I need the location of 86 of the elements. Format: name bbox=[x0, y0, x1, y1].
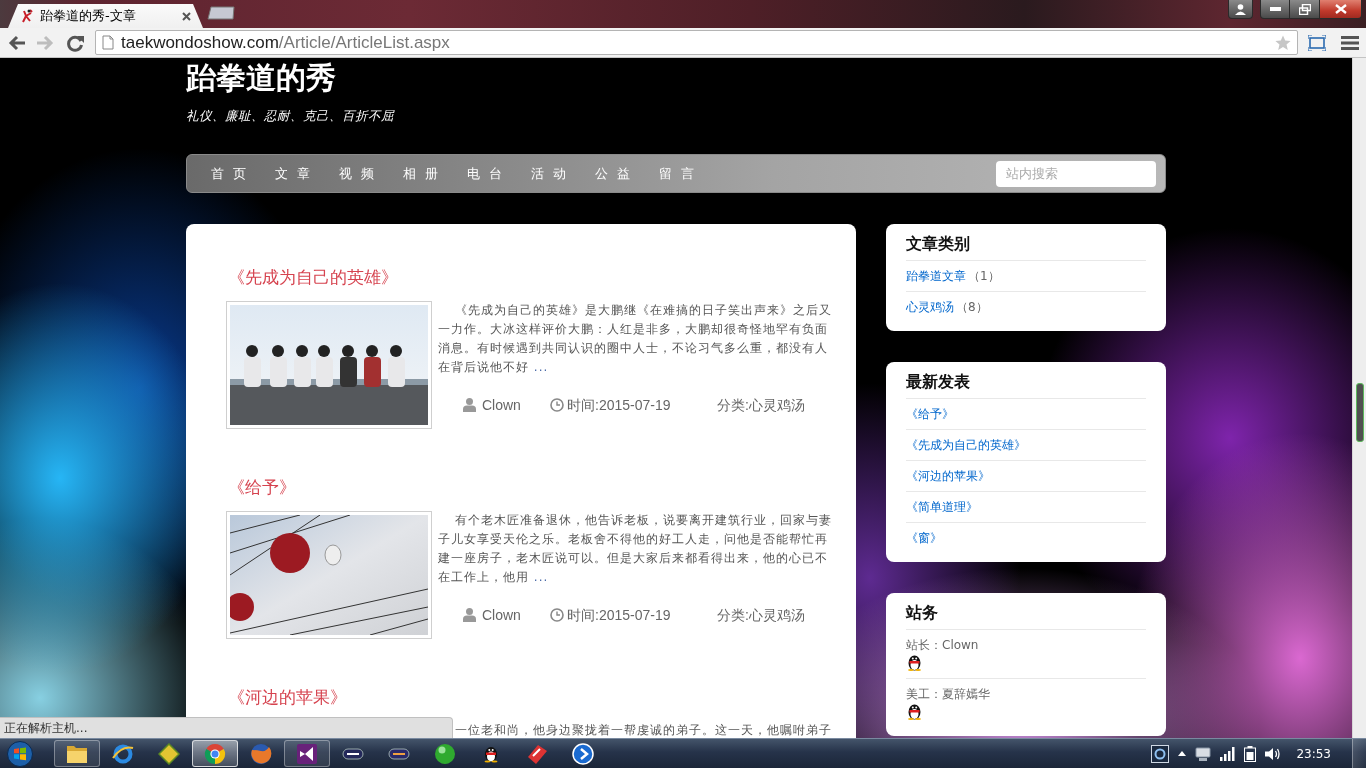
recent-post-link[interactable]: 《河边的苹果》 bbox=[906, 467, 990, 485]
profile-button[interactable] bbox=[1228, 0, 1253, 19]
device-icon[interactable] bbox=[1195, 745, 1212, 762]
close-button[interactable] bbox=[1320, 0, 1362, 19]
penguin-icon[interactable] bbox=[906, 654, 923, 671]
sidebar-heading: 最新发表 bbox=[906, 371, 970, 393]
frame-icon[interactable] bbox=[1308, 34, 1326, 51]
nav-link[interactable]: 留言 bbox=[659, 164, 703, 183]
nav-link[interactable]: 相册 bbox=[403, 164, 447, 183]
address-bar[interactable]: taekwondoshow.com/Article/ArticleList.aspx bbox=[95, 30, 1298, 55]
recent-post-link[interactable]: 《窗》 bbox=[906, 529, 942, 547]
user-icon bbox=[463, 398, 476, 412]
signal-bars-icon[interactable] bbox=[1220, 746, 1236, 761]
restore-button[interactable] bbox=[1290, 0, 1320, 19]
new-tab-button[interactable] bbox=[207, 6, 237, 20]
recent-post-link[interactable]: 《先成为自己的英雄》 bbox=[906, 436, 1026, 454]
segmented-circle-icon[interactable] bbox=[204, 742, 226, 765]
staff-member: 站长：Clown bbox=[906, 637, 979, 654]
recent-post-link[interactable]: 《给予》 bbox=[906, 405, 954, 423]
clock-icon bbox=[550, 398, 564, 412]
minimize-icon bbox=[1269, 7, 1281, 11]
browser-tab[interactable]: 跆拳道的秀-文章 bbox=[8, 4, 203, 28]
nav-link[interactable]: 文章 bbox=[275, 164, 319, 183]
article-title[interactable]: 《河边的苹果》 bbox=[226, 686, 347, 708]
start-orb-icon[interactable] bbox=[7, 740, 33, 767]
battery-icon[interactable] bbox=[1244, 745, 1257, 762]
nav-link[interactable]: 活动 bbox=[531, 164, 575, 183]
reload-icon[interactable] bbox=[66, 33, 84, 52]
article-excerpt: 《先成为自己的英雄》是大鹏继《在难搞的日子笑出声来》之后又一力作。大冰这样评价大鹏：人红是非多，大鹏却很奇怪地罕有负面消息。有时候遇到共同认识的圈中人士，不论习气多么重，都没有人在背后说他不好 ... bbox=[438, 302, 833, 376]
recent-post-link[interactable]: 《简单道理》 bbox=[906, 498, 978, 516]
user-icon bbox=[463, 608, 476, 622]
user-icon bbox=[1235, 3, 1246, 15]
sidebar-heading: 文章类别 bbox=[906, 233, 970, 255]
page-icon bbox=[102, 35, 114, 50]
menu-icon[interactable] bbox=[1341, 34, 1359, 51]
author-name: Clown bbox=[482, 606, 521, 625]
post-date: 时间:2015-07-19 bbox=[567, 606, 671, 625]
speaker-icon[interactable] bbox=[1265, 746, 1282, 761]
search-field[interactable]: 站内搜索 bbox=[996, 160, 1156, 187]
minimize-button[interactable] bbox=[1260, 0, 1290, 19]
taskbar-button[interactable] bbox=[192, 740, 238, 767]
back-arrow-icon[interactable] bbox=[8, 33, 26, 52]
post-category: 分类:心灵鸡汤 bbox=[717, 396, 805, 415]
category-count: （8） bbox=[956, 298, 988, 316]
site-title: 跆拳道的秀 bbox=[186, 59, 336, 96]
nav-link[interactable]: 首页 bbox=[211, 164, 255, 183]
post-date: 时间:2015-07-19 bbox=[567, 396, 671, 415]
disc-icon[interactable] bbox=[572, 742, 594, 765]
ribbon-tile-icon[interactable] bbox=[296, 742, 318, 765]
ring-icon[interactable] bbox=[112, 742, 134, 765]
article-title[interactable]: 《先成为自己的英雄》 bbox=[226, 266, 398, 288]
clock-icon bbox=[550, 608, 564, 622]
read-more-link[interactable]: ... bbox=[533, 570, 549, 584]
globe-icon[interactable] bbox=[250, 742, 272, 765]
square-icon[interactable] bbox=[1151, 744, 1170, 763]
status-bubble: 正在解析主机... bbox=[0, 717, 453, 738]
scrollbar-thumb[interactable] bbox=[1356, 383, 1364, 442]
tag-icon[interactable] bbox=[526, 742, 548, 765]
clock-text[interactable]: 23:53 bbox=[1296, 746, 1331, 761]
nav-link[interactable]: 公益 bbox=[595, 164, 639, 183]
penguin-icon[interactable] bbox=[906, 703, 923, 720]
ball-icon[interactable] bbox=[434, 742, 456, 765]
show-desktop-button[interactable] bbox=[1352, 739, 1366, 768]
article-excerpt: 一位老和尚，他身边聚拢着一帮虔诚的弟子。这一天，他嘱咐弟子 bbox=[454, 722, 833, 738]
figure-icon bbox=[20, 9, 34, 23]
post-category: 分类:心灵鸡汤 bbox=[717, 606, 805, 625]
restore-icon bbox=[1298, 3, 1311, 15]
close-icon[interactable] bbox=[182, 11, 191, 21]
category-count: （1） bbox=[968, 267, 1000, 285]
staff-member: 美工：夏辞嫣华 bbox=[906, 686, 990, 703]
category-link[interactable]: 心灵鸡汤 bbox=[906, 298, 954, 316]
article-excerpt: 有个老木匠准备退休，他告诉老板，说要离开建筑行业，回家与妻子儿女享受天伦之乐。老板舍不得他的好工人走，问他是否能帮忙再建一座房子，老木匠说可以。但是大家后来都看得出来，他的心已不在工作上，他用 ... bbox=[438, 512, 833, 586]
taskbar-button[interactable] bbox=[284, 740, 330, 767]
site-motto: 礼仪、廉耻、忍耐、克己、百折不屈 bbox=[186, 108, 394, 124]
read-more-link[interactable]: ... bbox=[533, 360, 549, 374]
category-link[interactable]: 跆拳道文章 bbox=[906, 267, 966, 285]
taskbar-button[interactable] bbox=[54, 740, 100, 767]
nav-link[interactable]: 电台 bbox=[467, 164, 511, 183]
author-name: Clown bbox=[482, 396, 521, 415]
close-icon bbox=[1334, 4, 1347, 14]
chevron-up-icon[interactable] bbox=[1178, 751, 1187, 756]
nav-link[interactable]: 视频 bbox=[339, 164, 383, 183]
diamond-icon[interactable] bbox=[158, 742, 180, 765]
article-title[interactable]: 《给予》 bbox=[226, 476, 296, 498]
sidebar-heading: 站务 bbox=[906, 602, 938, 624]
star-icon[interactable] bbox=[1275, 34, 1291, 51]
